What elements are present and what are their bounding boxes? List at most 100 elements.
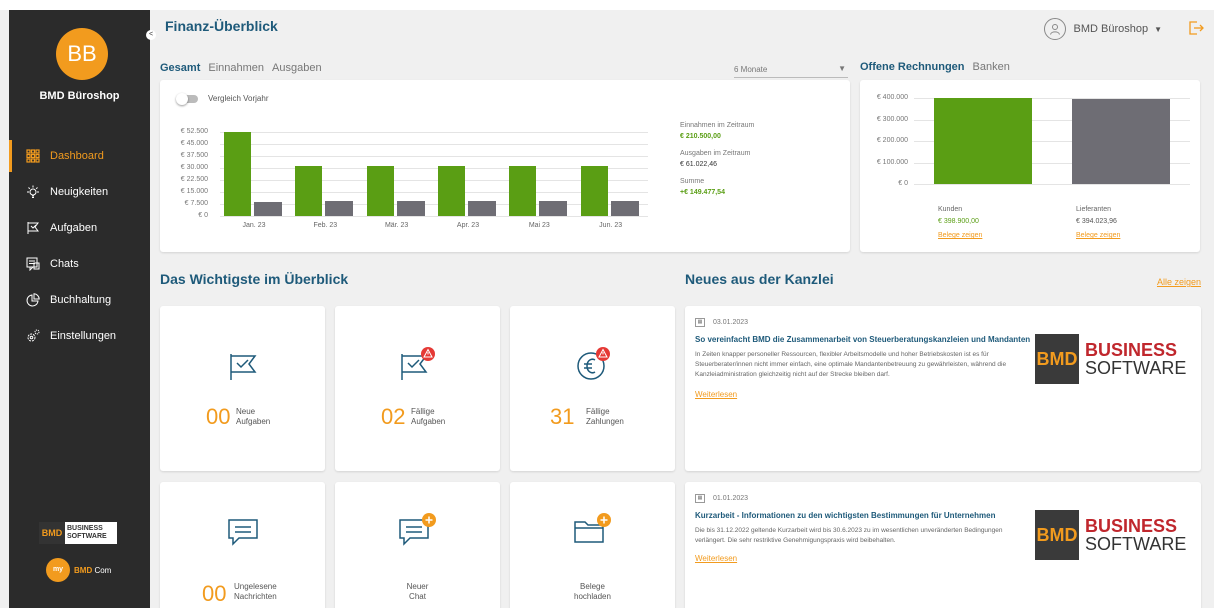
sidebar-nav: Dashboard Neuigkeiten Aufgaben Chats Buc…: [9, 138, 150, 354]
chat-icon: [24, 255, 42, 273]
bar-einnahmen[interactable]: [438, 165, 465, 216]
chevron-down-icon: ▼: [838, 64, 846, 73]
sidebar-item-dashboard[interactable]: Dashboard: [9, 138, 150, 174]
company-name: BMD Büroshop: [39, 90, 120, 102]
bar-kunden[interactable]: [934, 98, 1032, 184]
gridline: [220, 156, 648, 157]
news-card[interactable]: ▦ 01.01.2023 Kurzarbeit - Informationen z…: [685, 482, 1201, 608]
bar-lieferanten[interactable]: [1072, 99, 1170, 184]
tile-faellige-aufgaben[interactable]: 02 Fällige Aufgaben: [335, 306, 500, 471]
tab-gesamt[interactable]: Gesamt: [160, 62, 200, 74]
invoices-card: Kunden € 398.900,00 Belege zeigen Liefer…: [860, 80, 1200, 252]
chevron-down-icon: ▼: [1154, 24, 1162, 34]
bar-einnahmen[interactable]: [366, 165, 394, 216]
sidebar-item-label: Chats: [50, 258, 79, 270]
toggle-switch: [176, 92, 198, 105]
logo-bmd-text: BMD: [1035, 510, 1079, 560]
tab-einnahmen[interactable]: Einnahmen: [208, 62, 264, 74]
lieferanten-value: € 394.023,96: [1076, 218, 1117, 225]
grid-icon: [24, 147, 42, 165]
tile-belege-hochladen[interactable]: Belege hochladen: [510, 482, 675, 608]
y-tick-label: € 22.500: [180, 176, 208, 183]
tab-offene-rechnungen[interactable]: Offene Rechnungen: [860, 61, 965, 73]
compare-toggle[interactable]: Vergleich Vorjahr: [176, 92, 269, 105]
logout-icon[interactable]: [1188, 20, 1204, 36]
sidebar-item-aufgaben[interactable]: Aufgaben: [9, 210, 150, 246]
x-tick-label: Jan. 23: [242, 222, 266, 229]
tile-neuer-chat[interactable]: Neuer Chat: [335, 482, 500, 608]
mybmd-com-link[interactable]: my BMD Com: [46, 558, 111, 582]
sidebar-item-label: Neuigkeiten: [50, 186, 109, 198]
y-tick-label: € 30.000: [180, 164, 208, 171]
bar-einnahmen[interactable]: [295, 165, 323, 216]
tile-label: Neuer Chat: [406, 582, 429, 601]
user-name: BMD Büroshop: [1073, 23, 1149, 35]
bar-ausgaben[interactable]: [539, 200, 568, 216]
weiterlesen-link[interactable]: Weiterlesen: [695, 390, 737, 399]
tile-faellige-zahlungen[interactable]: 31 Fällige Zahlungen: [510, 306, 675, 471]
x-tick-label: Apr. 23: [456, 222, 480, 229]
tab-ausgaben[interactable]: Ausgaben: [272, 62, 322, 74]
tile-label: Belege hochladen: [574, 582, 611, 601]
gridline: [220, 144, 648, 145]
tile-ungelesene-nachrichten[interactable]: 00 Ungelesene Nachrichten: [160, 482, 325, 608]
news-card[interactable]: ▦ 03.01.2023 So vereinfacht BMD die Zusam…: [685, 306, 1201, 471]
sidebar: BB BMD Büroshop Dashboard Neuigkeiten Au…: [9, 10, 150, 608]
bar-ausgaben[interactable]: [396, 200, 425, 216]
calendar-icon: ▦: [695, 318, 705, 327]
mybmd-badge: my: [46, 558, 70, 582]
bar-einnahmen[interactable]: [580, 165, 608, 216]
tile-neue-aufgaben[interactable]: 00 Neue Aufgaben: [160, 306, 325, 471]
bar-ausgaben[interactable]: [325, 200, 354, 216]
news-headline[interactable]: So vereinfacht BMD die Zusammenarbeit vo…: [695, 335, 1030, 344]
lieferanten-label: Lieferanten: [1076, 206, 1112, 213]
bar-ausgaben[interactable]: [254, 202, 282, 216]
bar-einnahmen[interactable]: [509, 165, 537, 216]
sidebar-item-buchhaltung[interactable]: Buchhaltung: [9, 282, 150, 318]
news-date: ▦ 01.01.2023: [695, 494, 748, 503]
income-value: € 210.500,00: [680, 133, 721, 140]
bar-ausgaben[interactable]: [468, 200, 496, 216]
gear-icon: [24, 327, 42, 345]
y-tick-label: € 15.000: [180, 188, 208, 195]
weiterlesen-link[interactable]: Weiterlesen: [695, 554, 737, 563]
news-headline[interactable]: Kurzarbeit - Informationen zu den wichti…: [695, 511, 995, 520]
tile-count: 02: [381, 404, 406, 429]
flag-icon: [227, 352, 259, 387]
page-title: Finanz-Überblick: [165, 18, 278, 34]
y-tick-label: € 37.500: [180, 152, 208, 159]
bar-einnahmen[interactable]: [224, 132, 251, 216]
top-strip: [0, 0, 1214, 10]
user-menu[interactable]: BMD Büroshop ▼: [1044, 18, 1162, 40]
kunden-belege-link[interactable]: Belege zeigen: [938, 232, 982, 239]
chat-add-icon: [398, 512, 438, 553]
sidebar-item-neuigkeiten[interactable]: Neuigkeiten: [9, 174, 150, 210]
tab-banken[interactable]: Banken: [973, 61, 1010, 73]
sidebar-item-label: Dashboard: [50, 150, 104, 162]
period-select[interactable]: 6 Monate ▼: [734, 62, 848, 78]
main-content: < Finanz-Überblick BMD Büroshop ▼ Gesamt…: [146, 10, 1214, 608]
alle-zeigen-link[interactable]: Alle zeigen: [1157, 277, 1201, 287]
y-tick-label: € 52.500: [180, 128, 208, 135]
logo-line1: BUSINESS: [67, 525, 103, 532]
tile-count: 31: [550, 404, 575, 429]
toggle-label: Vergleich Vorjahr: [208, 94, 269, 103]
bar-ausgaben[interactable]: [610, 200, 639, 216]
lieferanten-belege-link[interactable]: Belege zeigen: [1076, 232, 1120, 239]
collapse-sidebar-button[interactable]: <: [146, 30, 156, 40]
y-tick-label: € 100.000: [876, 158, 908, 166]
y-tick-label: € 200.000: [876, 137, 908, 144]
sidebar-item-chats[interactable]: Chats: [9, 246, 150, 282]
flag-icon: [24, 219, 42, 237]
flag-alert-icon: [398, 344, 438, 387]
news-teaser: In Zeiten knapper personeller Ressourcen…: [695, 351, 1007, 378]
sidebar-item-label: Aufgaben: [50, 222, 98, 234]
tile-label: Fällige Aufgaben: [411, 407, 446, 426]
tile-count: 00: [206, 404, 231, 429]
sidebar-item-einstellungen[interactable]: Einstellungen: [9, 318, 150, 354]
euro-alert-icon: [573, 344, 613, 387]
bmd-business-software-logo: BMD BUSINESS SOFTWARE: [1035, 510, 1189, 560]
pie-icon: [24, 291, 42, 309]
avatar[interactable]: BB: [56, 28, 108, 80]
mybmd-text: BMD Com: [74, 565, 112, 575]
